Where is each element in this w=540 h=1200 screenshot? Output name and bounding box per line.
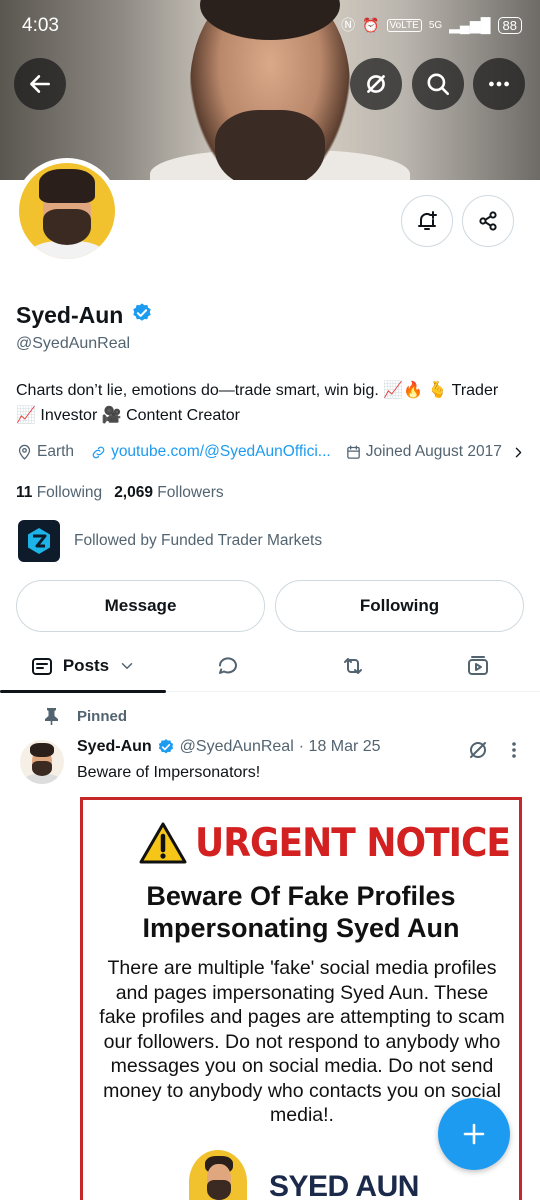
post-date: · 18 Mar 25 [298,738,381,755]
profile-link-text[interactable]: youtube.com/@SyedAunOffici... [111,443,331,461]
more-icon [489,81,509,87]
location-text: Earth [37,443,75,460]
following-label: Following [36,484,103,501]
post-text: Beware of Impersonators! [77,764,261,781]
grok-icon [367,75,385,93]
tab-media[interactable] [443,640,513,692]
followed-by[interactable]: Followed by Funded Trader Markets [18,520,322,562]
reply-icon [218,657,237,674]
profile-handle: @SyedAunReal [16,335,131,352]
notification-bell-icon [418,211,437,230]
logo-text: SYED AUN [269,1170,419,1200]
tab-reposts[interactable] [318,640,388,692]
followers-count-link[interactable]: 2,069 Followers [114,484,223,502]
media-icon [468,656,488,675]
alarm-icon: ⏰ [362,16,380,33]
profile-link[interactable]: youtube.com/@SyedAunOffici... [90,443,331,461]
profile-name: Syed-Aun [16,302,124,328]
tab-replies[interactable] [193,640,263,692]
location-item: Earth [16,443,74,461]
volte-badge: VoLTE [386,18,422,32]
status-icons: Ⓝ ⏰ VoLTE 5G ▂▄▆█ 88 [341,15,522,35]
plus-icon [463,1123,485,1145]
network-label: 5G [428,19,443,31]
share-icon [479,211,497,231]
funded-trader-avatar [18,520,60,562]
following-count: 11 [16,484,33,501]
calendar-icon [346,444,360,459]
warning-icon [139,822,187,864]
tab-posts[interactable]: Posts [0,640,166,693]
search-button[interactable] [412,58,464,110]
joined-item: Joined August 2017 [345,443,502,461]
joined-text: Joined August 2017 [365,443,502,460]
chevron-down-icon [121,663,133,669]
search-icon [427,73,450,96]
urgent-heading: URGENT NOTICE [139,820,511,866]
verified-icon [158,739,173,754]
more-button[interactable] [473,58,525,110]
post-author-name[interactable]: Syed-Aun [77,738,152,756]
signal-icon: ▂▄▆█ [449,16,491,33]
link-icon [92,446,105,458]
logo-avatar [189,1150,247,1200]
back-arrow-icon [30,75,50,93]
grok-button[interactable] [350,58,402,110]
profile-name-row: Syed-Aun [16,302,153,329]
status-bar: 4:03 Ⓝ ⏰ VoLTE 5G ▂▄▆█ 88 [0,0,540,52]
notifications-button[interactable] [401,195,453,247]
verified-icon[interactable] [131,302,153,329]
notice-body: There are multiple 'fake' social media p… [99,957,505,1126]
profile-tabs: Posts [0,640,540,693]
tab-posts-label: Posts [62,656,110,675]
chevron-right-icon [515,447,522,457]
active-tab-indicator [0,690,166,693]
followers-label: Followers [157,484,224,501]
battery-level: 88 [497,16,522,34]
nfc-icon: Ⓝ [341,17,356,33]
notice-title: Beware Of Fake Profiles Impersonating Sy… [142,881,460,943]
profile-avatar[interactable] [14,158,120,264]
post-author-handle[interactable]: @SyedAunReal [180,738,294,756]
pin-icon [45,708,58,725]
location-icon [18,444,31,460]
grok-icon[interactable] [466,738,490,762]
back-button[interactable] [14,58,66,110]
compose-button[interactable] [438,1098,510,1170]
repost-icon [344,658,362,674]
pinned-label: Pinned [44,708,127,725]
pinned-text: Pinned [77,708,128,725]
posts-icon [31,658,52,675]
meta-expand[interactable] [510,444,527,461]
share-button[interactable] [462,195,514,247]
urgent-text: URGENT NOTICE [195,820,511,866]
status-time: 4:03 [22,15,59,36]
post-header: Syed-Aun @SyedAunReal · 18 Mar 25 [77,738,381,756]
post-more-icon[interactable] [504,740,524,760]
followed-by-text: Followed by Funded Trader Markets [74,532,323,549]
profile-meta: Earth youtube.com/@SyedAunOffici... Join… [16,443,526,461]
following-count-link[interactable]: 11 Following [16,484,102,502]
message-button[interactable]: Message [16,580,265,632]
following-button[interactable]: Following [275,580,524,632]
profile-bio: Charts don’t lie, emotions do—trade smar… [16,382,499,424]
followers-count: 2,069 [114,484,153,501]
follow-counts: 11 Following 2,069 Followers [16,484,224,502]
post-author-avatar[interactable] [20,740,64,784]
